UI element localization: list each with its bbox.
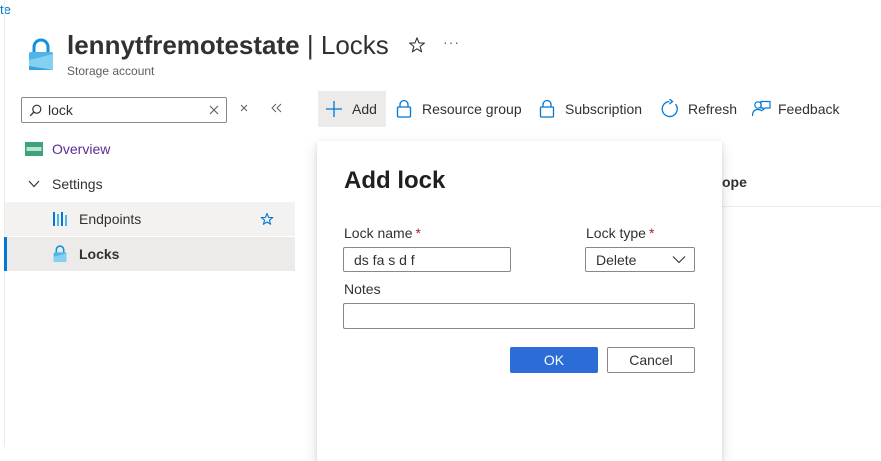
lock-type-label-text: Lock type: [586, 225, 646, 241]
lock-icon: [396, 99, 412, 118]
search-input[interactable]: [48, 102, 198, 118]
star-icon[interactable]: [260, 212, 274, 226]
lock-name-label-text: Lock name: [344, 225, 413, 241]
add-button[interactable]: Add: [318, 91, 386, 127]
refresh-icon: [661, 99, 678, 118]
page-subtitle: Storage account: [67, 64, 155, 78]
subscription-label: Subscription: [565, 101, 643, 117]
nav-item-overview[interactable]: Overview: [5, 132, 295, 166]
search-icon: [29, 104, 42, 116]
feedback-icon: [751, 100, 771, 117]
storage-icon: [25, 142, 43, 156]
collapse-icon[interactable]: [270, 103, 284, 113]
selection-indicator: [4, 237, 7, 271]
blade-name: Locks: [320, 30, 389, 60]
resource-group-label: Resource group: [422, 101, 522, 117]
add-label: Add: [352, 101, 377, 117]
endpoints-icon: [53, 212, 67, 226]
more-icon[interactable]: ···: [443, 34, 460, 50]
lock-type-label: Lock type *: [586, 225, 654, 241]
subscription-button[interactable]: Subscription: [539, 91, 642, 127]
lock-type-dropdown[interactable]: Delete: [585, 247, 695, 272]
breadcrumb-fragment[interactable]: te: [0, 2, 11, 17]
nav-item-locks[interactable]: Locks: [5, 237, 295, 271]
required-marker: *: [415, 225, 421, 241]
cancel-button[interactable]: Cancel: [607, 347, 695, 373]
nav-label-overview: Overview: [52, 141, 111, 157]
notes-input[interactable]: [343, 303, 695, 329]
star-icon[interactable]: [408, 36, 426, 54]
nav-label-settings: Settings: [52, 176, 103, 192]
lock-type-value: Delete: [596, 251, 637, 268]
lock-icon: [539, 99, 555, 118]
chevron-down-icon: [28, 180, 40, 188]
plus-icon: [326, 101, 342, 117]
lock-name-label: Lock name *: [344, 225, 421, 241]
feedback-label: Feedback: [778, 101, 840, 117]
add-lock-panel: Add lock Lock name* Lock type* Delete No…: [317, 141, 722, 461]
title-separator: |: [306, 30, 314, 60]
column-header-scope[interactable]: ope: [722, 174, 747, 190]
resource-group-button[interactable]: Resource group: [396, 91, 522, 127]
close-icon[interactable]: [209, 105, 219, 115]
refresh-label: Refresh: [688, 101, 738, 117]
grid-divider: [722, 206, 881, 207]
resource-name: lennytfremotestate: [67, 30, 300, 60]
search-box[interactable]: [21, 97, 227, 123]
refresh-button[interactable]: Refresh: [660, 91, 737, 127]
notes-label: Notes: [344, 281, 381, 297]
page-title: lennytfremotestate | Locks: [67, 30, 389, 61]
nav-item-endpoints[interactable]: Endpoints: [5, 202, 295, 236]
lock-name-input[interactable]: [343, 247, 511, 272]
lock-icon: [53, 245, 67, 262]
feedback-button[interactable]: Feedback: [751, 91, 839, 127]
chevron-down-icon: [672, 256, 686, 264]
nav-label-locks: Locks: [79, 246, 120, 262]
nav-label-endpoints: Endpoints: [79, 211, 142, 227]
nav-group-settings[interactable]: Settings: [5, 167, 295, 201]
panel-title: Add lock: [344, 167, 446, 194]
ok-button[interactable]: OK: [510, 347, 598, 373]
lock-icon: [27, 38, 55, 72]
clear-filter-icon[interactable]: [239, 103, 249, 113]
required-marker: *: [648, 225, 655, 241]
